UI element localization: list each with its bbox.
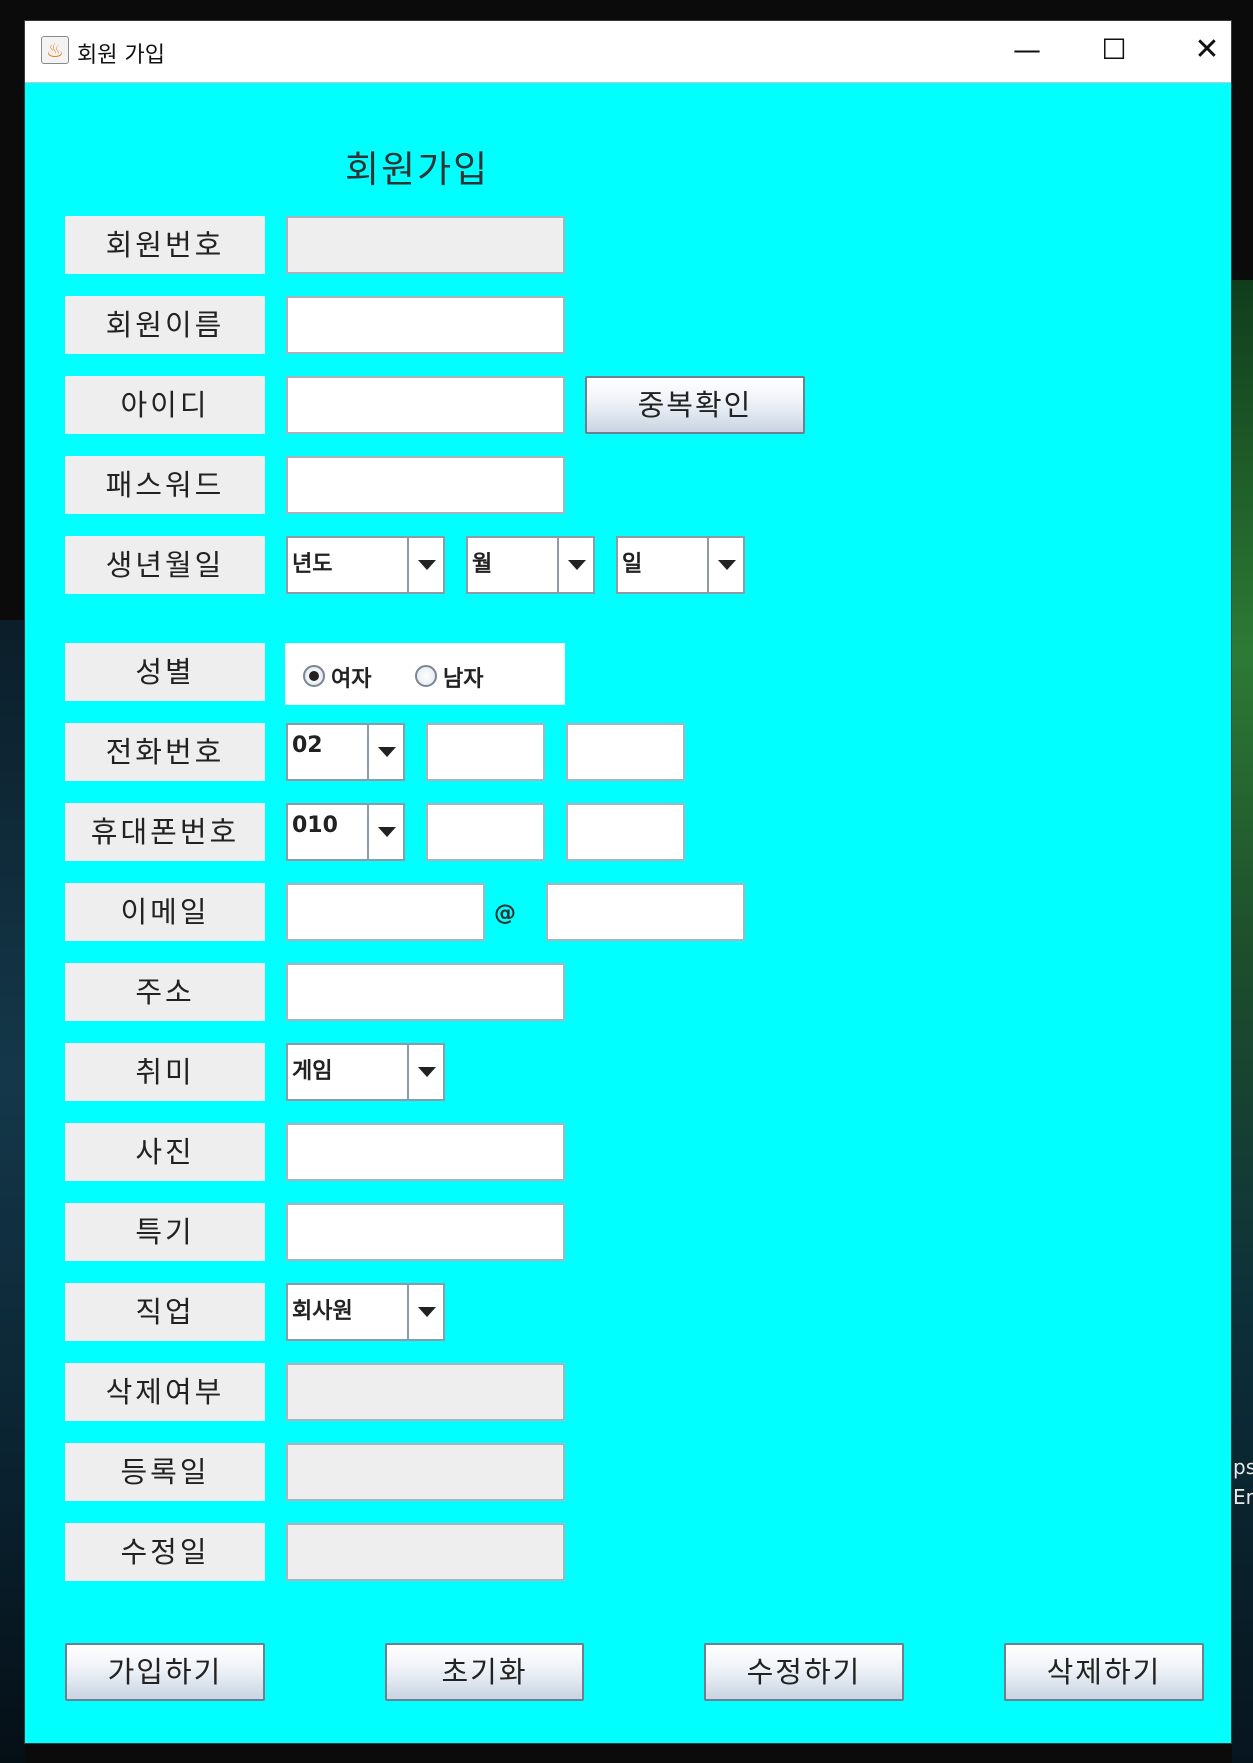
user-id-field[interactable] xyxy=(286,376,565,434)
phone-area-select[interactable]: 02 xyxy=(286,723,405,781)
talent-label: 특기 xyxy=(65,1203,265,1261)
chevron-down-icon[interactable] xyxy=(707,538,743,592)
reg-date-field xyxy=(286,1443,565,1501)
gender-label: 성별 xyxy=(65,643,265,701)
phone-area-value: 02 xyxy=(292,733,323,758)
java-app-icon: ♨ xyxy=(41,36,69,64)
email-user-field[interactable] xyxy=(286,883,485,941)
birth-year-value: 년도 xyxy=(292,552,333,577)
mod-date-field xyxy=(286,1523,565,1581)
radio-female-label[interactable]: 여자 xyxy=(331,661,371,693)
radio-male-label[interactable]: 남자 xyxy=(443,661,483,693)
birth-day-select[interactable]: 일 xyxy=(616,536,745,594)
password-label: 패스워드 xyxy=(65,456,265,514)
reset-button[interactable]: 초기화 xyxy=(385,1643,584,1701)
close-button[interactable]: ✕ xyxy=(1162,21,1231,81)
chevron-down-icon[interactable] xyxy=(407,1045,443,1099)
page-title: 회원가입 xyxy=(345,148,490,191)
gender-radio-group: 여자 남자 xyxy=(285,643,565,705)
phone-label: 전화번호 xyxy=(65,723,265,781)
birth-month-select[interactable]: 월 xyxy=(466,536,595,594)
mobile-last-field[interactable] xyxy=(566,803,685,861)
maximize-button[interactable]: ☐ xyxy=(1069,21,1159,81)
chevron-down-icon[interactable] xyxy=(557,538,593,592)
talent-field[interactable] xyxy=(286,1203,565,1261)
member-name-field[interactable] xyxy=(286,296,565,354)
desktop-background-left xyxy=(0,620,25,1763)
edit-button[interactable]: 수정하기 xyxy=(704,1643,904,1701)
mobile-label: 휴대폰번호 xyxy=(65,803,265,861)
mobile-prefix-value: 010 xyxy=(292,813,338,838)
birth-month-value: 월 xyxy=(472,552,493,577)
job-value: 회사원 xyxy=(292,1299,353,1324)
email-at-sign: @ xyxy=(494,901,516,926)
job-select[interactable]: 회사원 xyxy=(286,1283,445,1341)
hobby-select[interactable]: 게임 xyxy=(286,1043,445,1101)
photo-label: 사진 xyxy=(65,1123,265,1181)
birth-label: 생년월일 xyxy=(65,536,265,594)
mod-date-label: 수정일 xyxy=(65,1523,265,1581)
address-label: 주소 xyxy=(65,963,265,1021)
chevron-down-icon[interactable] xyxy=(367,725,403,779)
phone-middle-field[interactable] xyxy=(426,723,545,781)
job-label: 직업 xyxy=(65,1283,265,1341)
chevron-down-icon[interactable] xyxy=(407,538,443,592)
delete-button[interactable]: 삭제하기 xyxy=(1004,1643,1204,1701)
chevron-down-icon[interactable] xyxy=(367,805,403,859)
mobile-prefix-select[interactable]: 010 xyxy=(286,803,405,861)
birth-year-select[interactable]: 년도 xyxy=(286,536,445,594)
phone-last-field[interactable] xyxy=(566,723,685,781)
minimize-button[interactable]: — xyxy=(982,21,1072,81)
member-no-label: 회원번호 xyxy=(65,216,265,274)
password-field[interactable] xyxy=(286,456,565,514)
member-no-field xyxy=(286,216,565,274)
desktop-text-fragment: Em xyxy=(1233,1485,1253,1509)
signup-window: ♨ 회원 가입 — ☐ ✕ 회원가입 회원번호 회원이름 아이디 중복확인 패스… xyxy=(24,20,1232,1744)
deleted-label: 삭제여부 xyxy=(65,1363,265,1421)
radio-male[interactable] xyxy=(415,665,437,687)
radio-female[interactable] xyxy=(303,665,325,687)
window-title: 회원 가입 xyxy=(77,43,165,68)
chevron-down-icon[interactable] xyxy=(407,1285,443,1339)
reg-date-label: 등록일 xyxy=(65,1443,265,1501)
duplicate-check-button[interactable]: 중복확인 xyxy=(585,376,805,434)
hobby-value: 게임 xyxy=(292,1059,333,1084)
desktop-background-right xyxy=(1232,280,1253,1763)
hobby-label: 취미 xyxy=(65,1043,265,1101)
address-field[interactable] xyxy=(286,963,565,1021)
birth-day-value: 일 xyxy=(622,552,643,577)
email-domain-field[interactable] xyxy=(546,883,745,941)
desktop-text-fragment: ps xyxy=(1233,1455,1253,1479)
photo-field[interactable] xyxy=(286,1123,565,1181)
deleted-field xyxy=(286,1363,565,1421)
member-name-label: 회원이름 xyxy=(65,296,265,354)
email-label: 이메일 xyxy=(65,883,265,941)
mobile-middle-field[interactable] xyxy=(426,803,545,861)
title-bar[interactable]: ♨ 회원 가입 — ☐ ✕ xyxy=(25,21,1231,83)
user-id-label: 아이디 xyxy=(65,376,265,434)
join-button[interactable]: 가입하기 xyxy=(65,1643,265,1701)
